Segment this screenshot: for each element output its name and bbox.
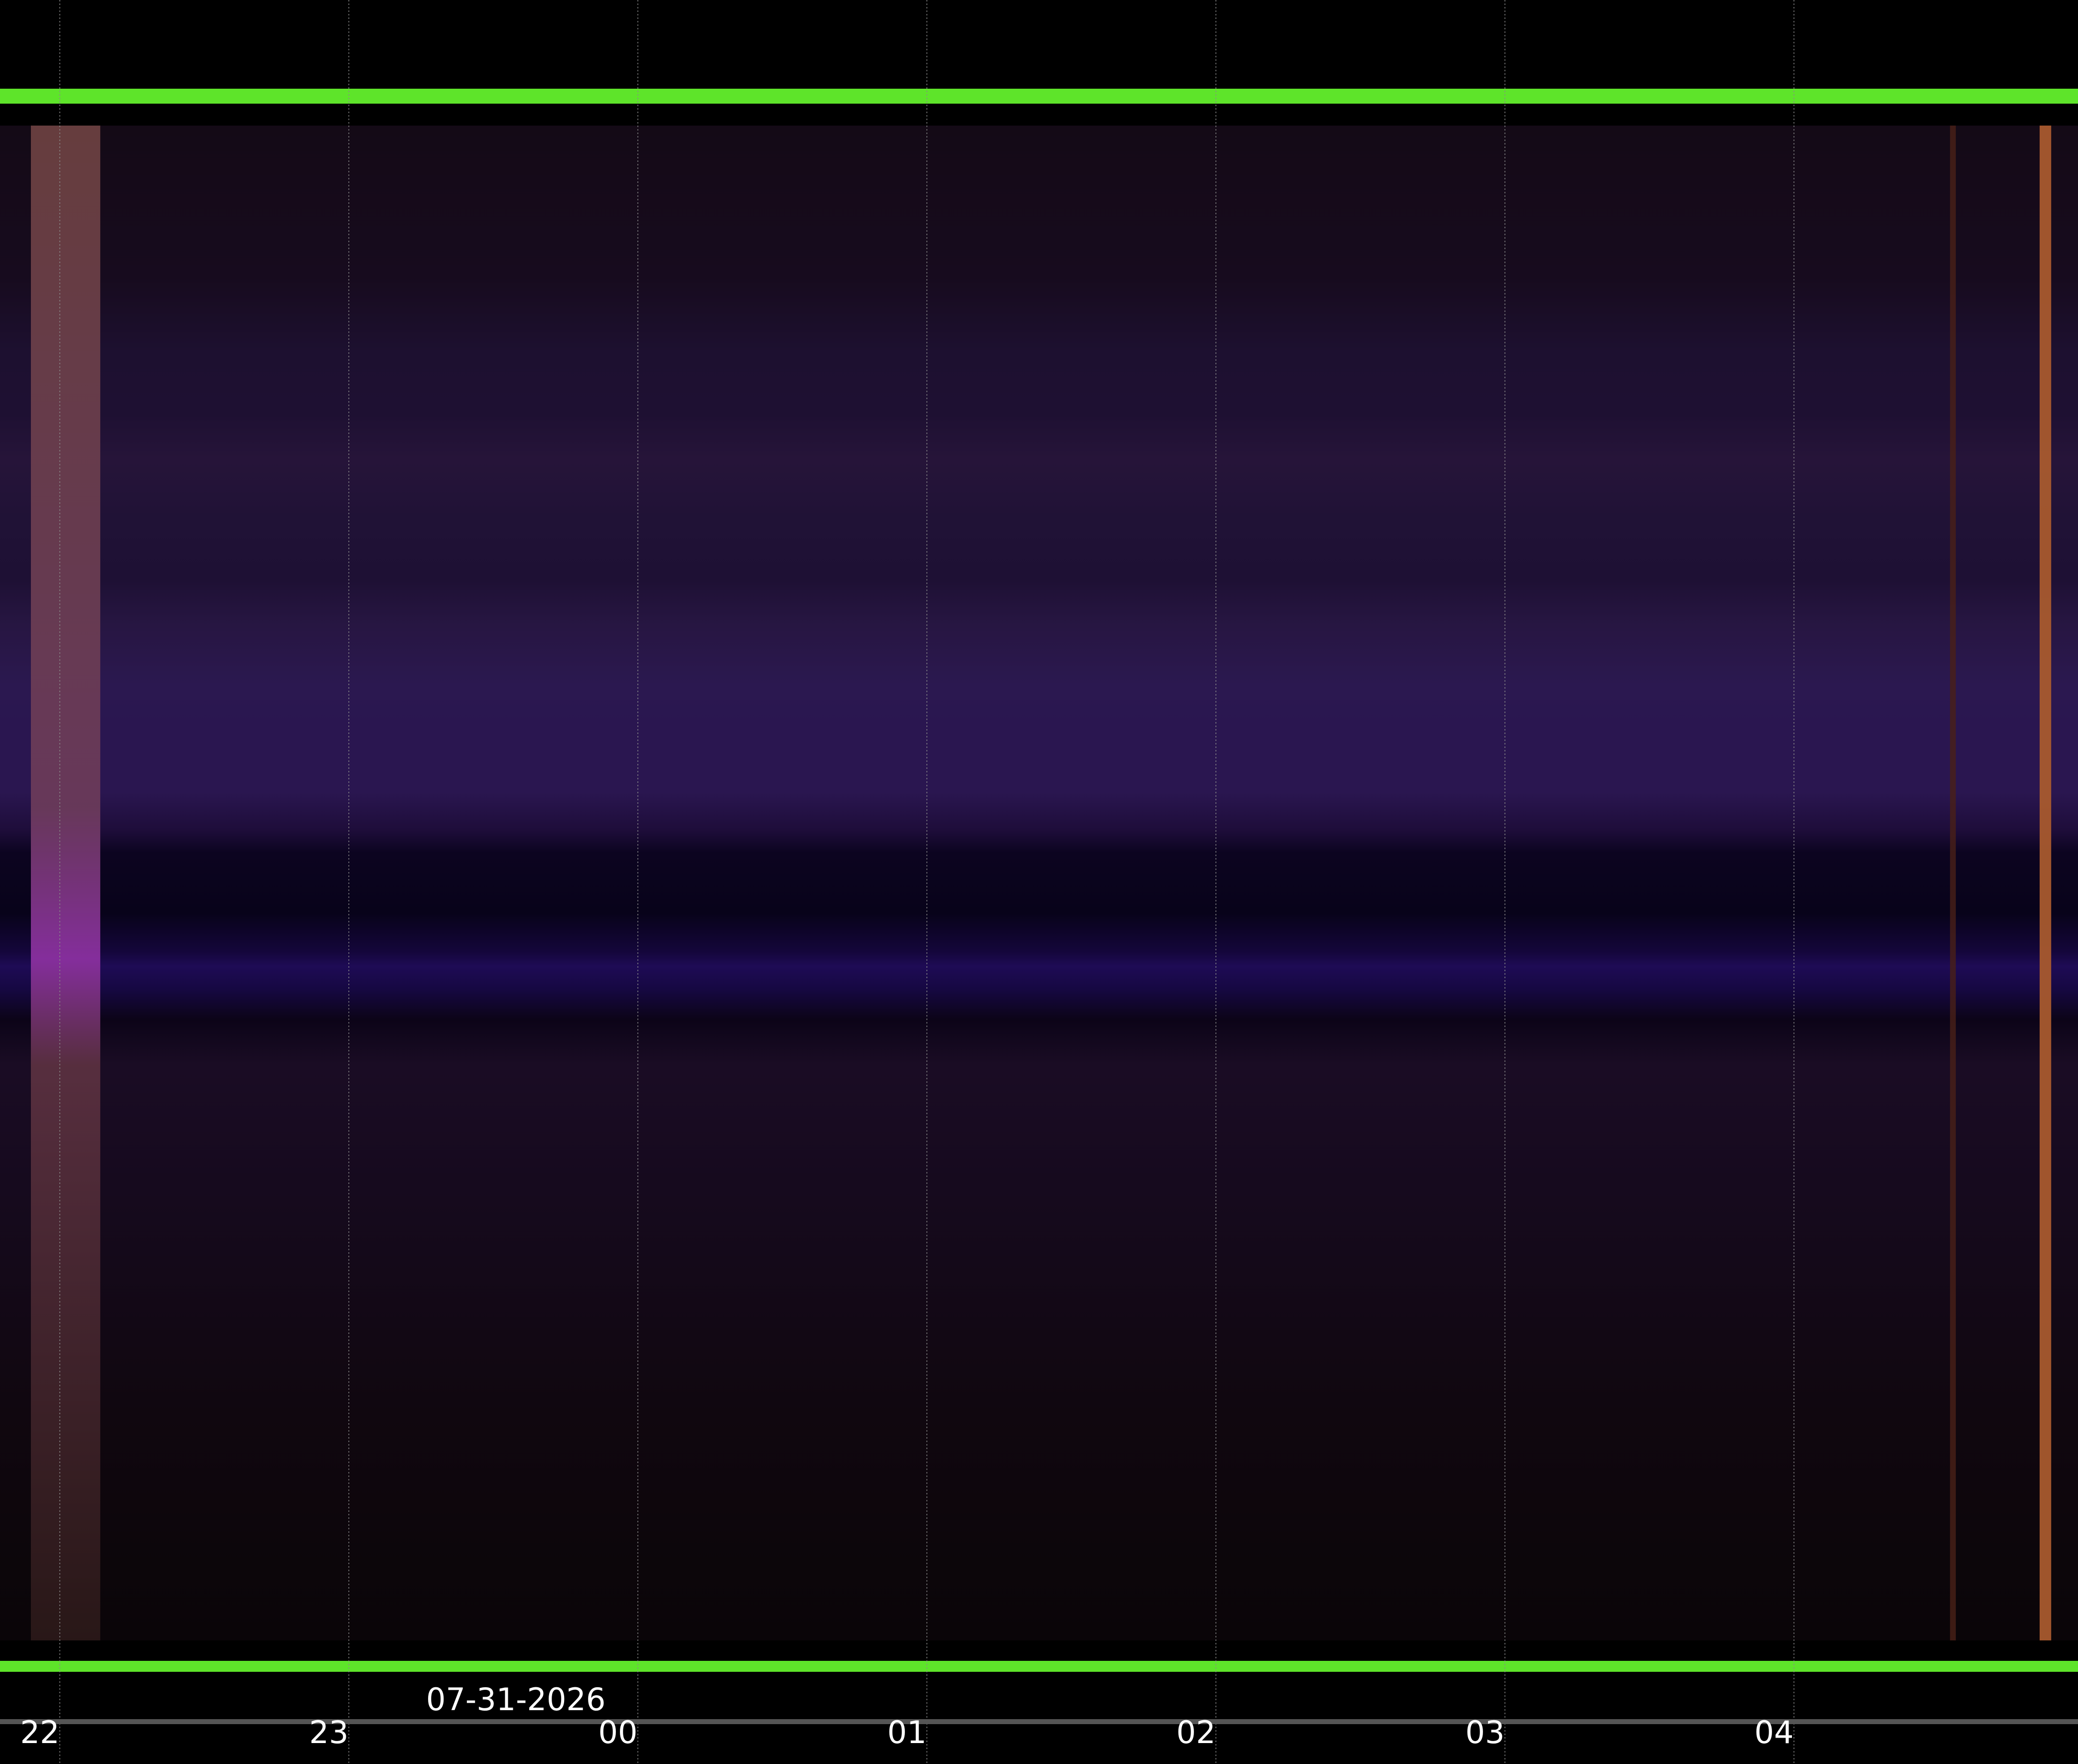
x-tick-label: 01	[888, 1714, 927, 1751]
x-tick-label: 02	[1177, 1714, 1216, 1751]
x-tick-label: 03	[1466, 1714, 1505, 1751]
keogram-image	[0, 126, 2078, 1640]
feature-flash-bright	[2040, 126, 2052, 1640]
date-label: 07-31-2026	[426, 1681, 605, 1718]
x-tick-label: 04	[1755, 1714, 1794, 1751]
x-tick-label: 00	[598, 1714, 638, 1751]
bottom-border-bar	[0, 1661, 2078, 1672]
x-tick-label: 22	[20, 1714, 60, 1751]
feature-flash-faint	[1950, 126, 1956, 1640]
feature-twilight-edge	[31, 126, 101, 1640]
x-tick-label: 23	[309, 1714, 349, 1751]
top-border-bar	[0, 89, 2078, 104]
keogram-chart: 07-31-2026 22 23 00 01 02 03 04	[0, 0, 2078, 1764]
